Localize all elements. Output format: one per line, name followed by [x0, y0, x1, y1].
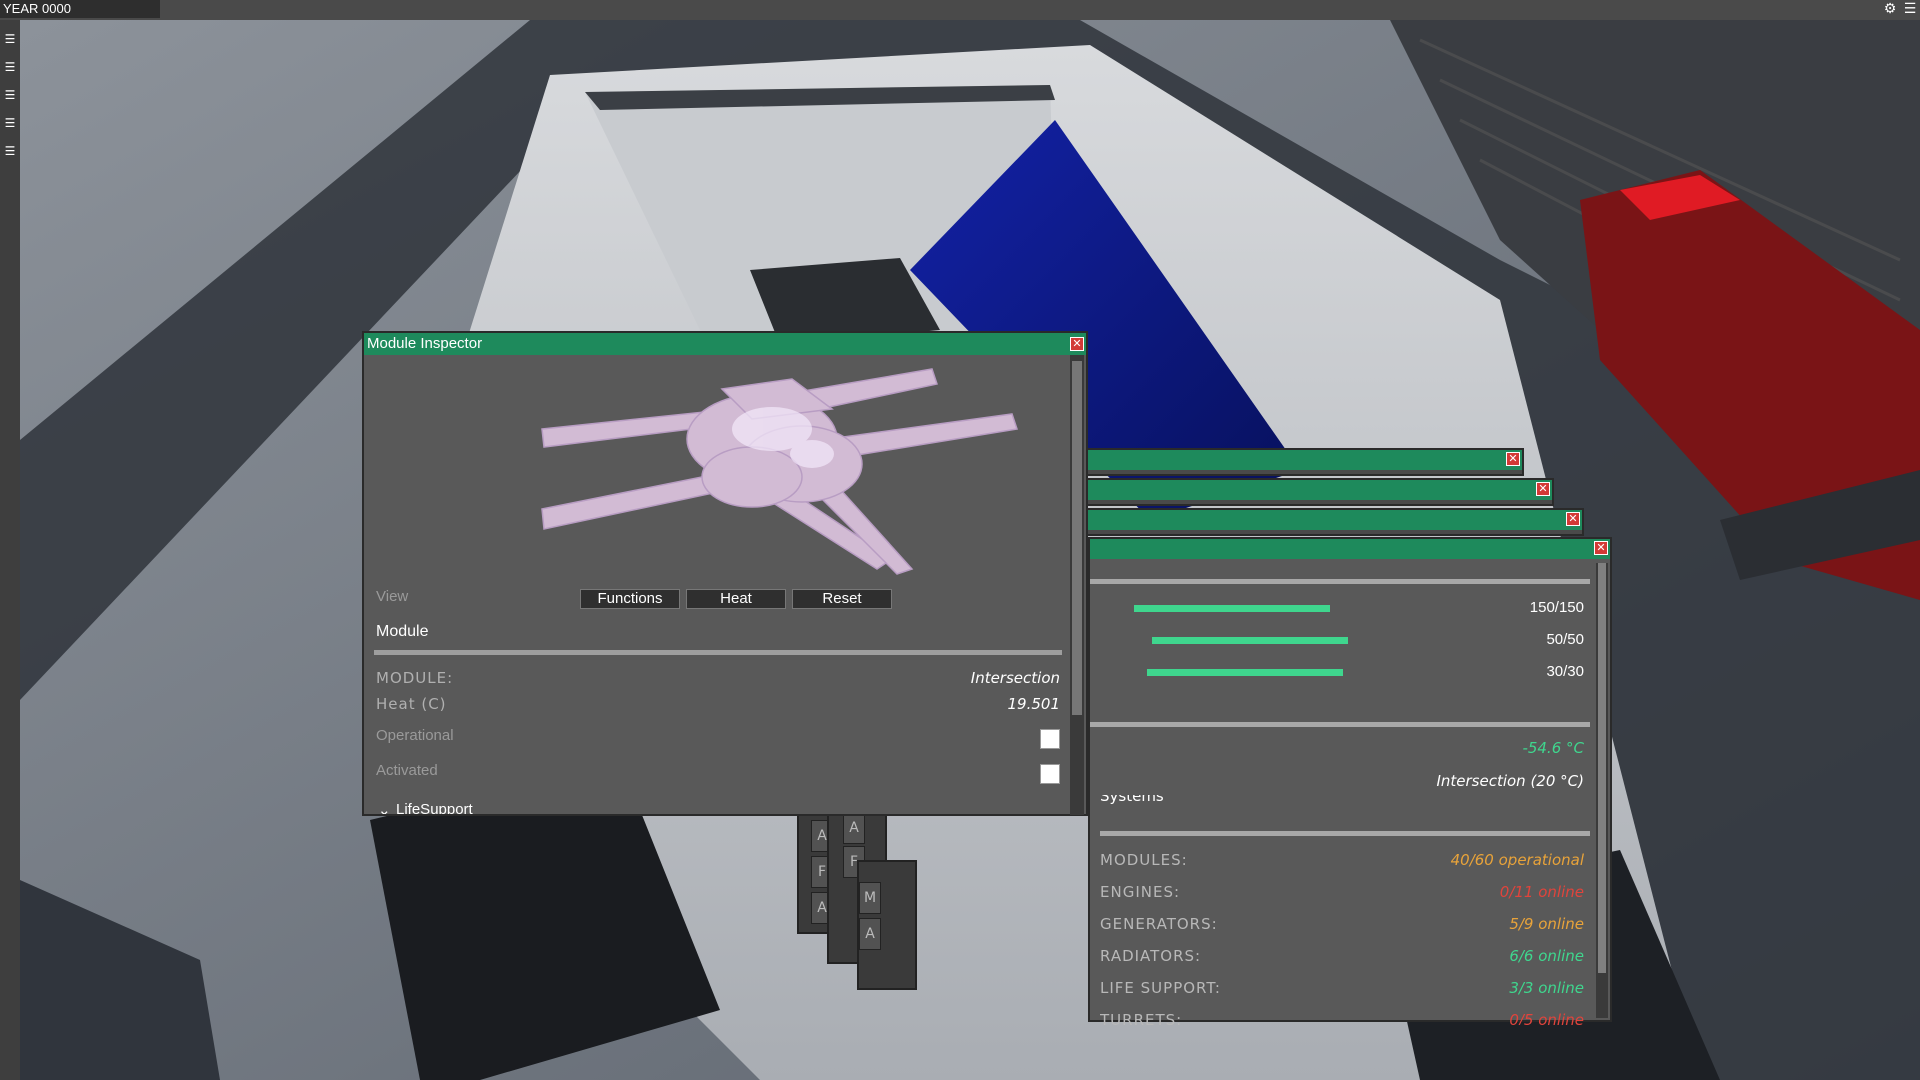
stacked-window-2[interactable]: ✕: [1082, 478, 1554, 506]
resource-bar-row: 50/50: [1090, 629, 1590, 651]
system-stat-row: LIFE SUPPORT: 3/3 online: [1100, 979, 1584, 1001]
system-stat-row: GENERATORS: 5/9 online: [1100, 915, 1584, 937]
scrollbar-thumb[interactable]: [1598, 563, 1606, 973]
chevron-down-icon: ⌄: [378, 801, 391, 814]
separator: [1090, 722, 1590, 727]
ship-status-window[interactable]: ✕ 150/150 50/50 30/30 -54.6 °C Intersect…: [1088, 537, 1612, 1025]
resource-bar: [1152, 637, 1348, 644]
scrollbar-thumb[interactable]: [1072, 361, 1082, 715]
system-stat-label: GENERATORS:: [1100, 915, 1218, 933]
system-stat-row: TURRETS: 0/5 online: [1100, 1011, 1584, 1025]
location-row: Intersection (20 °C): [1100, 772, 1584, 792]
heat-label: Heat (C): [376, 695, 447, 713]
top-bar: YEAR 0000 ⚙ ☰: [0, 0, 1920, 20]
heat-row: Heat (C) 19.501: [376, 695, 1060, 715]
temperature-row: -54.6 °C: [1100, 739, 1584, 759]
close-icon[interactable]: ✕: [1594, 541, 1608, 555]
system-stat-label: LIFE SUPPORT:: [1100, 979, 1221, 997]
separator: [1090, 579, 1590, 584]
operational-label: Operational: [376, 727, 454, 744]
system-stat-row: RADIATORS: 6/6 online: [1100, 947, 1584, 969]
functions-button[interactable]: Functions: [580, 589, 680, 609]
module-value: Intersection: [970, 669, 1060, 687]
system-stat-value: 0/11 online: [1499, 883, 1584, 901]
stacked-window-1[interactable]: ✕: [1082, 448, 1524, 476]
window-title-bar[interactable]: [1090, 539, 1610, 559]
system-stat-label: MODULES:: [1100, 851, 1188, 869]
close-icon[interactable]: ✕: [1536, 482, 1550, 496]
menu-icon[interactable]: ☰: [3, 144, 17, 158]
resource-bar: [1134, 605, 1330, 612]
heat-value: 19.501: [1007, 695, 1061, 713]
activated-row: Activated: [376, 762, 1060, 786]
close-icon[interactable]: ✕: [1506, 452, 1520, 466]
stacked-window-3[interactable]: ✕: [1082, 508, 1584, 536]
left-toolbar: ☰ ☰ ☰ ☰ ☰: [0, 20, 20, 1080]
systems-heading: Systems: [1100, 795, 1584, 809]
system-stat-label: ENGINES:: [1100, 883, 1181, 901]
system-stat-label: RADIATORS:: [1100, 947, 1202, 965]
panel-cell[interactable]: M: [859, 882, 881, 914]
separator: [374, 650, 1062, 655]
resource-bar: [1147, 669, 1343, 676]
year-label: YEAR 0000: [0, 0, 160, 18]
reset-button[interactable]: Reset: [792, 589, 892, 609]
panel-cell[interactable]: A: [859, 918, 881, 950]
window-title: Module Inspector: [367, 335, 483, 352]
module-row: MODULE: Intersection: [376, 669, 1060, 689]
resource-value: 30/30: [1546, 663, 1584, 680]
menu-icon[interactable]: ☰: [1902, 1, 1918, 17]
menu-icon[interactable]: ☰: [3, 88, 17, 102]
system-stat-row: ENGINES: 0/11 online: [1100, 883, 1584, 905]
module-label: MODULE:: [376, 669, 454, 687]
heat-button[interactable]: Heat: [686, 589, 786, 609]
location-value: Intersection (20 °C): [1436, 772, 1584, 790]
lifesupport-row[interactable]: ⌄ LifeSupport: [376, 799, 1060, 814]
window-title-bar[interactable]: [1084, 450, 1522, 470]
system-stat-value: 40/60 operational: [1450, 851, 1584, 869]
system-stat-value: 5/9 online: [1509, 915, 1584, 933]
resource-value: 150/150: [1529, 599, 1584, 616]
system-stat-value: 0/5 online: [1509, 1011, 1584, 1025]
view-label: View: [376, 588, 409, 605]
menu-icon[interactable]: ☰: [3, 32, 17, 46]
close-icon[interactable]: ✕: [1566, 512, 1580, 526]
operational-row: Operational: [376, 727, 1060, 751]
systems-label: Systems: [1100, 795, 1164, 805]
close-icon[interactable]: ✕: [1070, 337, 1084, 351]
module-section-label: Module: [376, 623, 429, 640]
separator: [1100, 831, 1590, 836]
menu-icon[interactable]: ☰: [3, 116, 17, 130]
operational-checkbox[interactable]: [1040, 729, 1060, 749]
window-title-bar[interactable]: [1084, 480, 1552, 500]
background-panel: M A: [857, 860, 917, 990]
system-stat-row: MODULES: 40/60 operational: [1100, 851, 1584, 873]
panel-cell[interactable]: A: [843, 812, 865, 844]
system-stat-value: 3/3 online: [1509, 979, 1584, 997]
gear-icon[interactable]: ⚙: [1882, 1, 1898, 17]
module-inspector-window[interactable]: Module Inspector ✕ View Functions Heat R…: [362, 331, 1088, 816]
temperature-value: -54.6 °C: [1522, 739, 1584, 757]
window-title-bar[interactable]: [1084, 510, 1582, 530]
system-stat-value: 6/6 online: [1509, 947, 1584, 965]
activated-label: Activated: [376, 762, 438, 779]
menu-icon[interactable]: ☰: [3, 60, 17, 74]
window-title-bar[interactable]: Module Inspector: [364, 333, 1086, 355]
resource-bar-row: 150/150: [1090, 597, 1590, 619]
resource-value: 50/50: [1546, 631, 1584, 648]
resource-bar-row: 30/30: [1090, 661, 1590, 683]
lifesupport-label: LifeSupport: [396, 801, 473, 814]
scrollbar[interactable]: [1070, 355, 1084, 815]
ship-preview[interactable]: [372, 359, 1062, 599]
system-stat-label: TURRETS:: [1100, 1011, 1183, 1025]
activated-checkbox[interactable]: [1040, 764, 1060, 784]
scrollbar[interactable]: [1596, 563, 1608, 1018]
